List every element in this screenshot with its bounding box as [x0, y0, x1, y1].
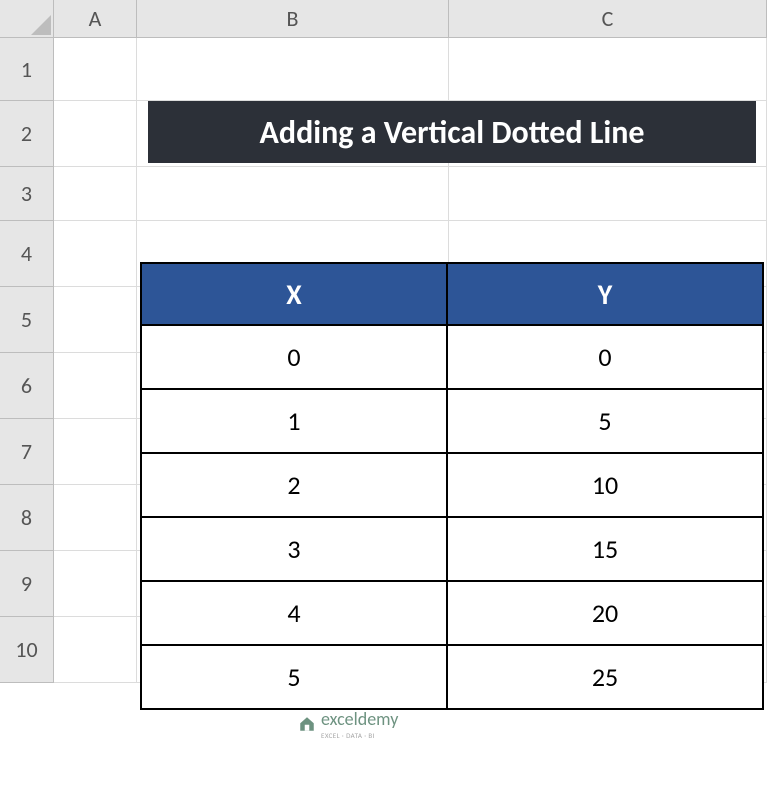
cell-a9[interactable]: [54, 551, 137, 617]
row-header-5[interactable]: 5: [0, 287, 54, 353]
row-header-3[interactable]: 3: [0, 167, 54, 221]
cell-a10[interactable]: [54, 617, 137, 683]
row-header-2[interactable]: 2: [0, 101, 54, 167]
cell-x[interactable]: 4: [141, 581, 447, 645]
cell-b1[interactable]: [137, 38, 449, 101]
column-header-c[interactable]: C: [449, 0, 767, 38]
cell-y[interactable]: 15: [447, 517, 763, 581]
select-all-triangle-icon: [31, 15, 51, 35]
row-header-7[interactable]: 7: [0, 419, 54, 485]
watermark-tagline: EXCEL · DATA · BI: [321, 732, 398, 739]
table-row: 4 20: [141, 581, 763, 645]
cell-a5[interactable]: [54, 287, 137, 353]
cell-a6[interactable]: [54, 353, 137, 419]
row-header-10[interactable]: 10: [0, 617, 54, 683]
cell-y[interactable]: 5: [447, 389, 763, 453]
watermark-brand: exceldemy: [321, 708, 398, 730]
data-table: X Y 0 0 1 5 2 10 3 15 4 20 5 25: [140, 262, 764, 710]
cell-y[interactable]: 20: [447, 581, 763, 645]
cell-a8[interactable]: [54, 485, 137, 551]
row-header-9[interactable]: 9: [0, 551, 54, 617]
watermark: exceldemy EXCEL · DATA · BI: [298, 708, 398, 739]
cell-x[interactable]: 2: [141, 453, 447, 517]
table-header-x[interactable]: X: [141, 263, 447, 325]
row-header-1[interactable]: 1: [0, 38, 54, 101]
column-header-a[interactable]: A: [54, 0, 137, 38]
row-header-4[interactable]: 4: [0, 221, 54, 287]
cell-y[interactable]: 0: [447, 325, 763, 389]
row-header-6[interactable]: 6: [0, 353, 54, 419]
cell-a2[interactable]: [54, 101, 137, 167]
select-all-corner[interactable]: [0, 0, 54, 38]
house-icon: [298, 715, 316, 733]
table-row: 0 0: [141, 325, 763, 389]
cell-x[interactable]: 5: [141, 645, 447, 709]
table-header-y[interactable]: Y: [447, 263, 763, 325]
cell-a1[interactable]: [54, 38, 137, 101]
cell-a3[interactable]: [54, 167, 137, 221]
cell-x[interactable]: 1: [141, 389, 447, 453]
table-row: 5 25: [141, 645, 763, 709]
cell-c1[interactable]: [449, 38, 767, 101]
cell-a7[interactable]: [54, 419, 137, 485]
row-header-8[interactable]: 8: [0, 485, 54, 551]
table-row: 1 5: [141, 389, 763, 453]
column-header-b[interactable]: B: [137, 0, 449, 38]
table-header-row: X Y: [141, 263, 763, 325]
cell-b3[interactable]: [137, 167, 449, 221]
table-row: 3 15: [141, 517, 763, 581]
cell-y[interactable]: 25: [447, 645, 763, 709]
cell-x[interactable]: 3: [141, 517, 447, 581]
cell-c3[interactable]: [449, 167, 767, 221]
page-title: Adding a Vertical Dotted Line: [148, 101, 756, 163]
cell-a4[interactable]: [54, 221, 137, 287]
cell-x[interactable]: 0: [141, 325, 447, 389]
cell-y[interactable]: 10: [447, 453, 763, 517]
table-row: 2 10: [141, 453, 763, 517]
